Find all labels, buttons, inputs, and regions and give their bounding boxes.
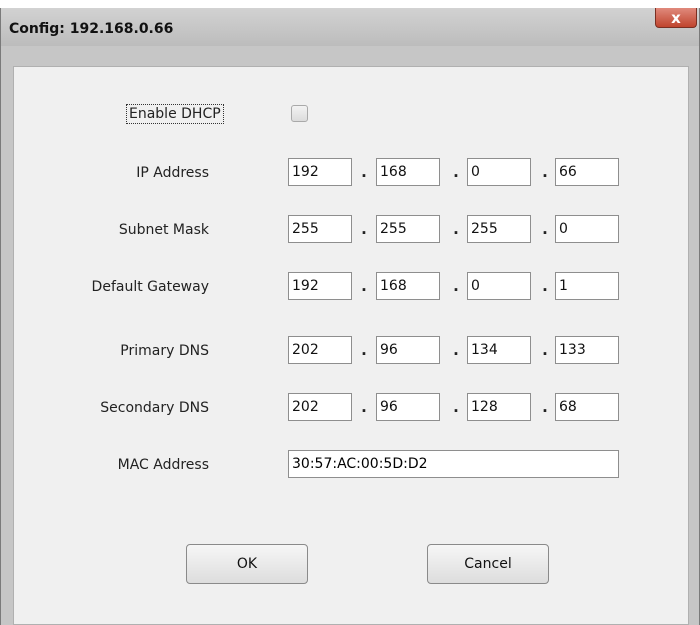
close-button[interactable]: x — [655, 8, 697, 28]
config-panel: Enable DHCP IP Address . . . Subnet Mask… — [13, 66, 689, 625]
enable-dhcp-label[interactable]: Enable DHCP — [126, 104, 224, 124]
ip-address-octet-3[interactable] — [467, 158, 531, 186]
subnet-mask-dot-2: . — [453, 220, 459, 238]
subnet-mask-octet-2[interactable] — [376, 215, 440, 243]
default-gateway-dot-1: . — [361, 277, 367, 295]
mac-address-label: MAC Address — [117, 457, 209, 473]
default-gateway-octet-4[interactable] — [555, 272, 619, 300]
secondary-dns-dot-1: . — [361, 398, 367, 416]
subnet-mask-octet-4[interactable] — [555, 215, 619, 243]
subnet-mask-dot-1: . — [361, 220, 367, 238]
secondary-dns-dot-2: . — [453, 398, 459, 416]
ip-address-dot-3: . — [542, 163, 548, 181]
default-gateway-octet-2[interactable] — [376, 272, 440, 300]
primary-dns-octet-2[interactable] — [376, 336, 440, 364]
ip-address-dot-1: . — [361, 163, 367, 181]
primary-dns-dot-1: . — [361, 341, 367, 359]
primary-dns-octet-3[interactable] — [467, 336, 531, 364]
config-dialog: Config: 192.168.0.66 x Enable DHCP IP Ad… — [0, 8, 700, 625]
ip-address-label: IP Address — [136, 165, 209, 181]
default-gateway-octet-3[interactable] — [467, 272, 531, 300]
primary-dns-octet-1[interactable] — [288, 336, 352, 364]
default-gateway-octet-1[interactable] — [288, 272, 352, 300]
subnet-mask-label: Subnet Mask — [118, 222, 209, 238]
close-icon: x — [671, 8, 681, 27]
primary-dns-dot-2: . — [453, 341, 459, 359]
title-bar[interactable]: Config: 192.168.0.66 x — [1, 8, 699, 46]
primary-dns-label: Primary DNS — [120, 343, 209, 359]
default-gateway-dot-3: . — [542, 277, 548, 295]
subnet-mask-octet-1[interactable] — [288, 215, 352, 243]
secondary-dns-octet-2[interactable] — [376, 393, 440, 421]
default-gateway-label: Default Gateway — [91, 279, 209, 295]
secondary-dns-octet-1[interactable] — [288, 393, 352, 421]
cancel-button[interactable]: Cancel — [427, 544, 549, 584]
ip-address-dot-2: . — [453, 163, 459, 181]
secondary-dns-octet-4[interactable] — [555, 393, 619, 421]
secondary-dns-dot-3: . — [542, 398, 548, 416]
mac-address-input[interactable] — [288, 450, 619, 478]
subnet-mask-dot-3: . — [542, 220, 548, 238]
ip-address-octet-1[interactable] — [288, 158, 352, 186]
ok-button[interactable]: OK — [186, 544, 308, 584]
primary-dns-octet-4[interactable] — [555, 336, 619, 364]
secondary-dns-octet-3[interactable] — [467, 393, 531, 421]
secondary-dns-label: Secondary DNS — [100, 400, 209, 416]
default-gateway-dot-2: . — [453, 277, 459, 295]
window-title: Config: 192.168.0.66 — [9, 21, 174, 37]
subnet-mask-octet-3[interactable] — [467, 215, 531, 243]
enable-dhcp-checkbox[interactable] — [291, 105, 308, 122]
ip-address-octet-4[interactable] — [555, 158, 619, 186]
ip-address-octet-2[interactable] — [376, 158, 440, 186]
primary-dns-dot-3: . — [542, 341, 548, 359]
